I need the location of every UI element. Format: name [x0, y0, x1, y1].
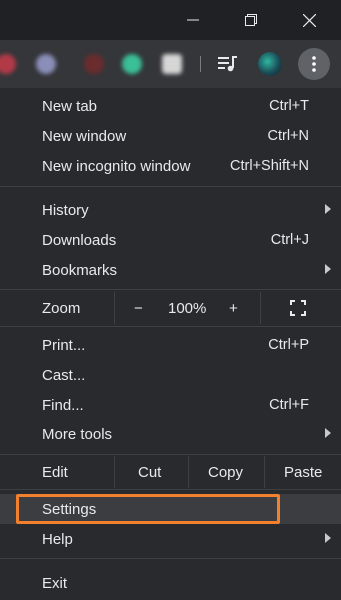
toolbar: [0, 40, 341, 88]
edit-row: Edit Cut Copy Paste: [0, 456, 341, 488]
toolbar-separator: [200, 56, 201, 72]
fullscreen-button[interactable]: [290, 292, 306, 324]
edit-label: Edit: [42, 463, 68, 481]
menu-item-label: Exit: [42, 574, 68, 592]
menu-item-label: History: [42, 201, 89, 219]
menu-divider: [0, 326, 341, 327]
edit-divider: [188, 456, 189, 488]
menu-item-label: Settings: [42, 500, 97, 518]
menu-item-label: Downloads: [42, 231, 117, 249]
menu-item-new-incognito-window[interactable]: New incognito window Ctrl+Shift+N: [0, 151, 341, 181]
menu-item-history[interactable]: History: [0, 195, 341, 225]
menu-item-exit[interactable]: Exit: [0, 568, 341, 598]
menu-item-shortcut: Ctrl+P: [268, 337, 309, 353]
cut-button[interactable]: Cut: [138, 456, 161, 488]
zoom-level: 100%: [168, 299, 207, 317]
restore-button[interactable]: [228, 0, 274, 40]
menu-item-more-tools[interactable]: More tools: [0, 419, 341, 449]
menu-item-find[interactable]: Find... Ctrl+F: [0, 390, 341, 420]
extension-icon[interactable]: [162, 54, 182, 74]
menu-divider: [0, 489, 341, 490]
zoom-out-button[interactable]: −: [134, 292, 143, 324]
menu-item-label: Help: [42, 530, 73, 548]
menu-divider: [0, 186, 341, 187]
menu-item-label: New window: [42, 127, 127, 145]
menu-item-downloads[interactable]: Downloads Ctrl+J: [0, 225, 341, 255]
media-queue-icon: [218, 56, 237, 72]
menu-divider: [0, 558, 341, 559]
menu-item-cast[interactable]: Cast...: [0, 360, 341, 390]
minimize-button[interactable]: [170, 0, 216, 40]
extension-icon[interactable]: [122, 54, 142, 74]
menu-item-label: Cast...: [42, 366, 86, 384]
browser-menu: New tab Ctrl+T New window Ctrl+N New inc…: [0, 88, 341, 600]
zoom-in-button[interactable]: +: [229, 292, 238, 324]
menu-item-print[interactable]: Print... Ctrl+P: [0, 330, 341, 360]
edit-divider: [114, 456, 115, 488]
menu-divider: [0, 289, 341, 290]
menu-item-shortcut: Ctrl+F: [269, 397, 309, 413]
media-queue-button[interactable]: [216, 52, 240, 76]
menu-item-bookmarks[interactable]: Bookmarks: [0, 255, 341, 285]
menu-button[interactable]: [298, 48, 330, 80]
zoom-divider: [260, 292, 261, 324]
zoom-row: Zoom − 100% +: [0, 292, 341, 324]
restore-icon: [245, 14, 257, 26]
zoom-divider: [114, 292, 115, 324]
close-button[interactable]: [286, 0, 332, 40]
extension-icon[interactable]: [36, 54, 56, 74]
submenu-arrow-icon: [325, 533, 331, 543]
menu-item-new-tab[interactable]: New tab Ctrl+T: [0, 91, 341, 121]
menu-item-label: Bookmarks: [42, 261, 118, 279]
paste-button[interactable]: Paste: [284, 456, 322, 488]
menu-item-shortcut: Ctrl+J: [270, 232, 309, 248]
menu-item-label: Find...: [42, 396, 84, 414]
close-icon: [302, 13, 316, 27]
menu-item-label: New incognito window: [42, 157, 191, 175]
profile-avatar[interactable]: [258, 52, 282, 76]
menu-item-shortcut: Ctrl+N: [267, 128, 310, 144]
minimize-icon: [187, 19, 199, 21]
menu-divider: [0, 454, 341, 455]
submenu-arrow-icon: [325, 264, 331, 274]
menu-item-label: More tools: [42, 425, 113, 443]
menu-item-shortcut: Ctrl+T: [269, 98, 309, 114]
menu-item-label: New tab: [42, 97, 98, 115]
edit-divider: [264, 456, 265, 488]
submenu-arrow-icon: [325, 428, 331, 438]
menu-item-shortcut: Ctrl+Shift+N: [230, 158, 309, 174]
zoom-label: Zoom: [42, 299, 81, 317]
extension-icon[interactable]: [84, 54, 104, 74]
title-bar: [0, 0, 341, 40]
copy-button[interactable]: Copy: [208, 456, 243, 488]
fullscreen-icon: [290, 300, 306, 316]
menu-item-help[interactable]: Help: [0, 524, 341, 554]
kebab-menu-icon: [312, 56, 316, 72]
submenu-arrow-icon: [325, 204, 331, 214]
menu-item-new-window[interactable]: New window Ctrl+N: [0, 121, 341, 151]
menu-item-label: Print...: [42, 336, 86, 354]
extension-icon[interactable]: [0, 54, 16, 74]
menu-item-settings[interactable]: Settings: [0, 494, 341, 524]
